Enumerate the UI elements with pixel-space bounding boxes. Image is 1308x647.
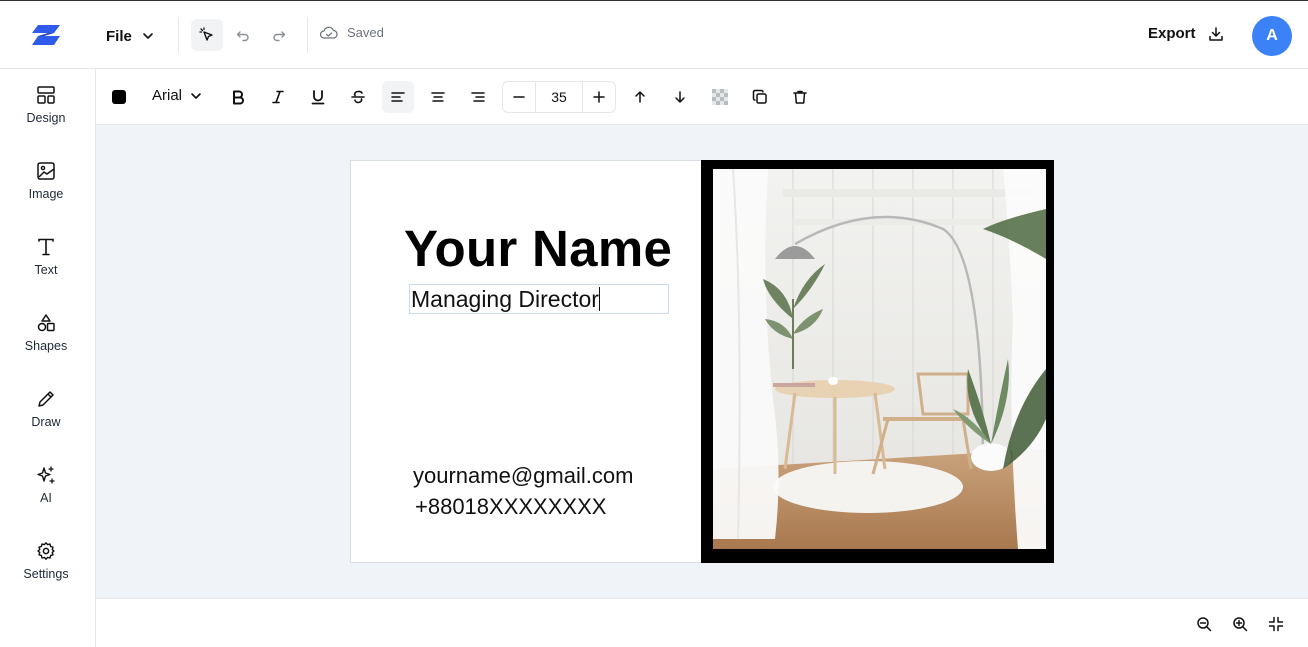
fit-to-screen-button[interactable] [1267,615,1285,633]
save-status: Saved [319,25,384,40]
minimize-icon [1268,616,1284,632]
sidebar-item-draw[interactable]: Draw [0,389,92,453]
sidebar-item-label: Image [28,187,64,201]
font-family-select[interactable]: Arial [152,87,202,104]
image-icon [36,161,56,181]
chevron-down-icon [190,90,202,102]
redo-icon [271,27,287,43]
sparkles-icon [36,465,56,485]
undo-button[interactable] [227,19,259,51]
checkerboard-icon [712,89,728,105]
sidebar-item-ai[interactable]: AI [0,465,92,529]
job-title-value: Managing Director [411,286,599,312]
bold-button[interactable] [222,81,254,113]
transparency-button[interactable] [704,81,736,113]
undo-icon [235,27,251,43]
sidebar-item-label: Settings [23,567,69,581]
zoom-in-button[interactable] [1231,615,1249,633]
pencil-icon [36,389,56,409]
duplicate-button[interactable] [744,81,776,113]
card-job-title-text[interactable]: Managing Director [409,284,669,314]
increase-font-size-button[interactable] [583,82,615,112]
sidebar: Design Image Text Shapes Draw AI Setting… [0,69,96,647]
user-avatar[interactable]: A [1252,16,1292,56]
file-menu-button[interactable]: File [106,25,154,47]
saved-label: Saved [347,25,384,40]
cloud-check-icon [319,26,339,40]
top-bar: File Saved Export A [0,0,1308,69]
minus-icon [512,90,526,104]
sidebar-item-label: AI [40,491,52,505]
zoom-out-button[interactable] [1195,615,1213,633]
bring-forward-button[interactable] [624,81,656,113]
sidebar-item-text[interactable]: Text [0,237,92,301]
sidebar-item-shapes[interactable]: Shapes [0,313,92,377]
divider [307,17,308,53]
card-phone-text[interactable]: +88018XXXXXXXX [415,494,606,520]
select-tool-button[interactable] [191,19,223,51]
align-left-button[interactable] [382,81,414,113]
redo-button[interactable] [263,19,295,51]
underline-icon [310,89,326,105]
align-left-icon [390,89,406,105]
shapes-icon [36,313,56,333]
plus-icon [592,90,606,104]
sidebar-item-label: Design [26,111,66,125]
sidebar-item-design[interactable]: Design [0,85,92,149]
cursor-click-icon [199,27,215,43]
text-toolbar: Arial 35 [96,69,1308,125]
export-label: Export [1148,25,1196,42]
strikethrough-icon [350,89,366,105]
zoom-out-icon [1196,616,1212,632]
text-icon [36,237,56,257]
bottom-bar [96,598,1308,647]
font-family-value: Arial [152,87,183,104]
send-backward-button[interactable] [664,81,696,113]
sidebar-item-settings[interactable]: Settings [0,541,92,605]
sidebar-item-label: Text [34,263,58,277]
card-name-text[interactable]: Your Name [404,219,672,278]
chevron-down-icon [142,30,154,42]
business-card[interactable]: Your Name Managing Director yourname@gma… [350,160,1054,563]
copy-icon [752,89,768,105]
layout-icon [36,85,56,105]
font-size-input[interactable]: 35 [535,82,583,112]
underline-button[interactable] [302,81,334,113]
sidebar-item-label: Shapes [24,339,68,353]
canvas-area: Your Name Managing Director yourname@gma… [96,125,1308,598]
file-menu-label: File [106,27,132,45]
align-center-icon [430,89,446,105]
text-caret [598,287,600,311]
export-button[interactable]: Export [1148,25,1224,42]
interior-photo[interactable] [713,169,1046,549]
gear-icon [36,541,56,561]
sidebar-item-image[interactable]: Image [0,161,92,225]
arrow-down-icon [672,89,688,105]
align-center-button[interactable] [422,81,454,113]
align-right-button[interactable] [462,81,494,113]
text-color-swatch[interactable] [112,90,126,104]
italic-icon [270,89,286,105]
app-logo[interactable] [30,23,62,47]
avatar-initial: A [1266,27,1278,44]
strikethrough-button[interactable] [342,81,374,113]
divider [178,17,179,53]
font-size-stepper: 35 [502,81,616,113]
bold-icon [230,89,246,105]
zoom-in-icon [1232,616,1248,632]
delete-button[interactable] [784,81,816,113]
decrease-font-size-button[interactable] [503,82,535,112]
trash-icon [792,89,808,105]
align-right-icon [470,89,486,105]
photo-frame[interactable] [701,160,1054,563]
card-email-text[interactable]: yourname@gmail.com [413,463,633,489]
download-icon [1208,26,1224,42]
arrow-up-icon [632,89,648,105]
sidebar-item-label: Draw [31,415,61,429]
italic-button[interactable] [262,81,294,113]
